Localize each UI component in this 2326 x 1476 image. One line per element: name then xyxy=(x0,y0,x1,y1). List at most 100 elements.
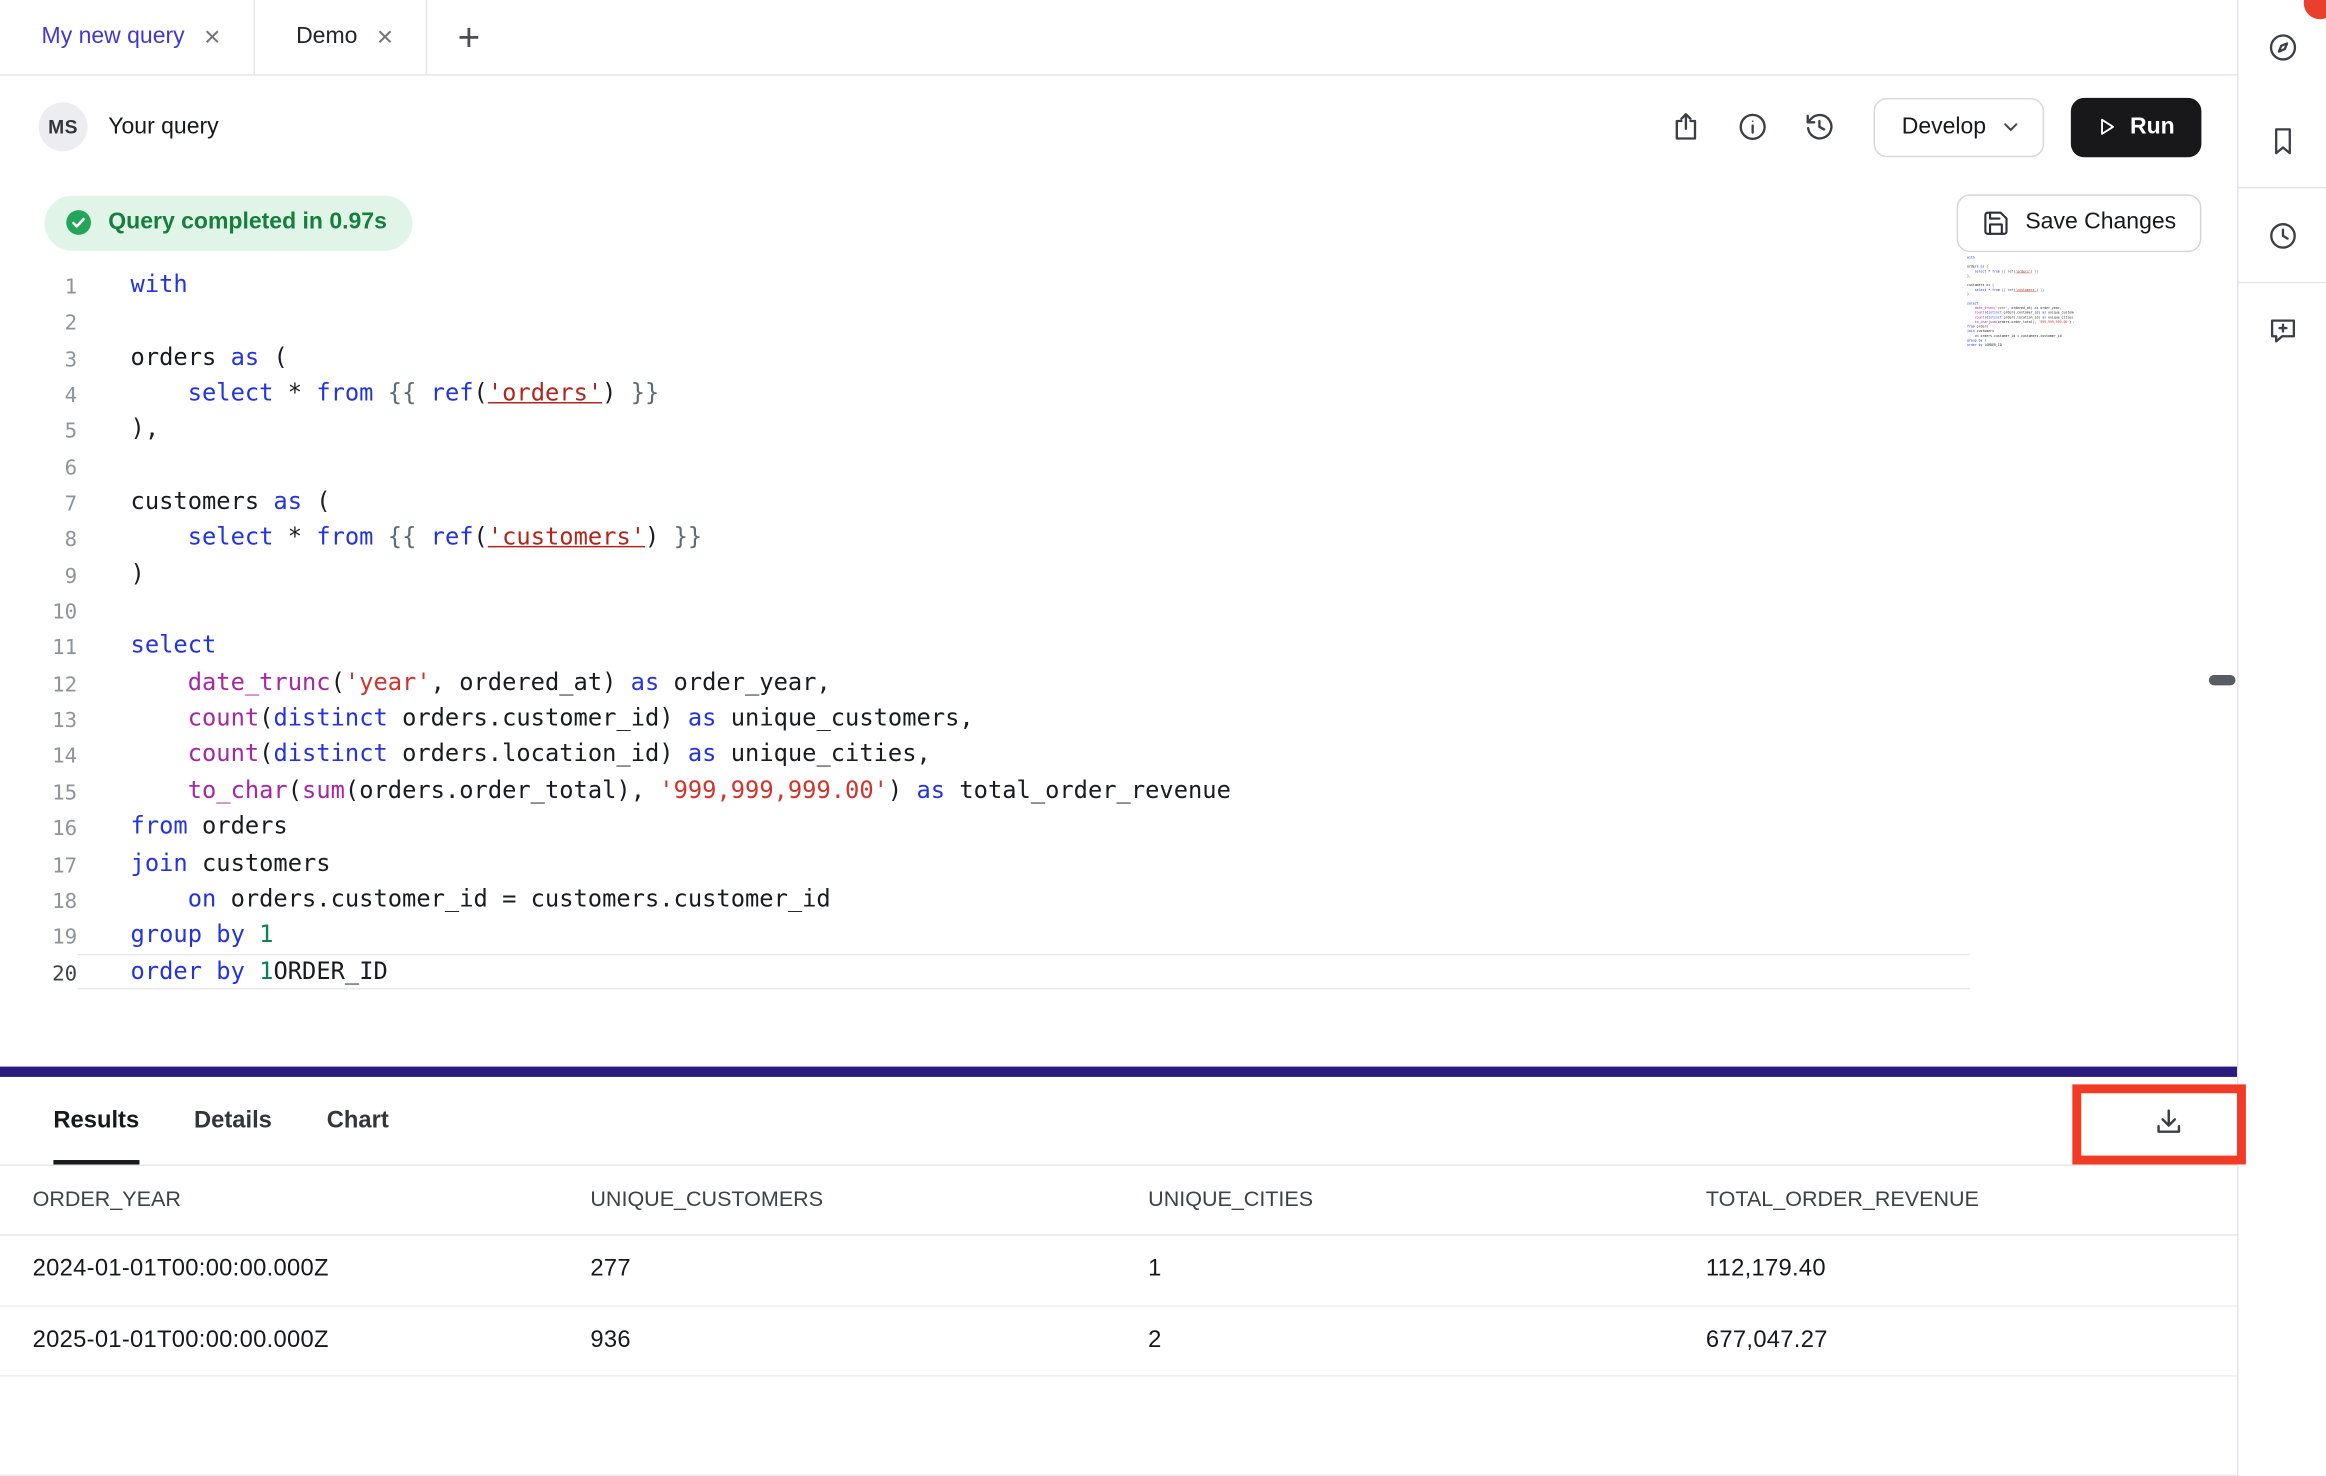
table-body: 2024-01-01T00:00:00.000Z2771112,179.4020… xyxy=(0,1236,2237,1377)
bookmark-button[interactable] xyxy=(2238,93,2326,186)
avatar: MS xyxy=(39,102,88,151)
sidebar-resize-handle[interactable] xyxy=(2209,675,2236,685)
status-message: Query completed in 0.97s xyxy=(108,209,387,236)
tab-chart[interactable]: Chart xyxy=(327,1077,389,1165)
code-line-content: ) xyxy=(77,556,145,592)
code-line[interactable]: 19group by 1 xyxy=(0,917,2237,953)
table-row: 2024-01-01T00:00:00.000Z2771112,179.40 xyxy=(0,1236,2237,1306)
code-line[interactable]: 18 on orders.customer_id = customers.cus… xyxy=(0,881,2237,917)
code-line[interactable]: 12 date_trunc('year', ordered_at) as ord… xyxy=(0,664,2237,700)
code-line-content: to_char(sum(orders.order_total), '999,99… xyxy=(77,773,1231,809)
line-number: 17 xyxy=(0,845,77,881)
column-header[interactable]: ORDER_YEAR xyxy=(0,1188,558,1212)
minimap-content: withorders as ( select * from {{ ref('or… xyxy=(1967,255,2074,347)
line-number: 3 xyxy=(0,339,77,375)
code-line[interactable]: 7customers as ( xyxy=(0,484,2237,520)
line-number: 1 xyxy=(0,267,77,303)
code-line-content: ), xyxy=(77,411,159,447)
clock-icon xyxy=(2266,219,2299,252)
code-lines: 1with2 3orders as (4 select * from {{ re… xyxy=(0,267,2237,989)
line-number: 4 xyxy=(0,375,77,411)
code-line[interactable]: 4 select * from {{ ref('orders') }} xyxy=(0,375,2237,411)
tab-my-new-query[interactable]: My new query × xyxy=(0,0,255,74)
results-tab-bar: Results Details Chart xyxy=(0,1077,2237,1165)
share-button[interactable] xyxy=(1660,100,1713,153)
query-header: MS Your query Develop Run xyxy=(0,76,2237,178)
code-line-content: on orders.customer_id = customers.custom… xyxy=(77,881,831,917)
code-line[interactable]: 15 to_char(sum(orders.order_total), '999… xyxy=(0,773,2237,809)
code-line-content: date_trunc('year', ordered_at) as order_… xyxy=(77,664,831,700)
table-row: 2025-01-01T00:00:00.000Z9362677,047.27 xyxy=(0,1306,2237,1376)
column-header[interactable]: TOTAL_ORDER_REVENUE xyxy=(1673,1188,2237,1212)
download-button[interactable] xyxy=(2136,1088,2201,1153)
code-line[interactable]: 10 xyxy=(0,592,2237,628)
history-icon xyxy=(1805,111,1836,142)
right-sidebar xyxy=(2237,0,2326,1476)
code-line-content: select * from {{ ref('customers') }} xyxy=(77,520,702,556)
line-number: 5 xyxy=(0,411,77,447)
code-line-content xyxy=(77,303,145,339)
history-button[interactable] xyxy=(1793,100,1846,153)
close-icon[interactable]: × xyxy=(377,23,393,51)
code-line[interactable]: 3orders as ( xyxy=(0,339,2237,375)
line-number: 10 xyxy=(0,592,77,628)
run-label: Run xyxy=(2130,113,2175,140)
code-line-content: count(distinct orders.customer_id) as un… xyxy=(77,700,974,736)
code-line[interactable]: 5), xyxy=(0,411,2237,447)
line-number: 2 xyxy=(0,303,77,339)
feedback-button[interactable] xyxy=(2238,283,2326,376)
tab-label: My new query xyxy=(42,24,185,51)
table-cell: 2 xyxy=(1116,1327,1674,1354)
new-tab-button[interactable]: + xyxy=(427,0,510,74)
table-cell: 2024-01-01T00:00:00.000Z xyxy=(0,1257,558,1284)
code-line-content: with xyxy=(77,267,188,303)
code-line[interactable]: 8 select * from {{ ref('customers') }} xyxy=(0,520,2237,556)
line-number: 18 xyxy=(0,881,77,917)
chat-plus-icon xyxy=(2266,314,2299,347)
code-line[interactable]: 20order by 1ORDER_ID xyxy=(0,953,2237,989)
code-line-content: select * from {{ ref('orders') }} xyxy=(77,375,659,411)
status-row: Query completed in 0.97s Save Changes xyxy=(0,178,2237,255)
results-panel: Results Details Chart ORDER_YEARUNIQUE_C… xyxy=(0,1077,2237,1475)
save-changes-button[interactable]: Save Changes xyxy=(1957,194,2201,252)
code-line[interactable]: 16from orders xyxy=(0,809,2237,845)
column-header[interactable]: UNIQUE_CITIES xyxy=(1116,1188,1674,1212)
code-line-content: select xyxy=(77,628,216,664)
code-line[interactable]: 14 count(distinct orders.location_id) as… xyxy=(0,736,2237,772)
minimap[interactable]: withorders as ( select * from {{ ref('or… xyxy=(1967,255,2074,359)
column-header[interactable]: UNIQUE_CUSTOMERS xyxy=(558,1188,1116,1212)
page-title: Your query xyxy=(108,113,218,140)
code-line[interactable]: 17join customers xyxy=(0,845,2237,881)
table-cell: 277 xyxy=(558,1257,1116,1284)
run-button[interactable]: Run xyxy=(2071,97,2202,156)
code-line[interactable]: 2 xyxy=(0,303,2237,339)
code-line[interactable]: 6 xyxy=(0,448,2237,484)
line-number: 19 xyxy=(0,917,77,953)
save-label: Save Changes xyxy=(2025,209,2176,236)
code-line-content: from orders xyxy=(77,809,288,845)
code-editor[interactable]: 1with2 3orders as (4 select * from {{ re… xyxy=(0,255,2237,1066)
code-line[interactable]: 13 count(distinct orders.customer_id) as… xyxy=(0,700,2237,736)
tab-bar: My new query × Demo × + xyxy=(0,0,2237,76)
code-line[interactable]: 9) xyxy=(0,556,2237,592)
line-number: 11 xyxy=(0,628,77,664)
line-number: 13 xyxy=(0,700,77,736)
line-number: 20 xyxy=(0,953,77,989)
close-icon[interactable]: × xyxy=(204,23,220,51)
tab-demo[interactable]: Demo × xyxy=(255,0,428,74)
info-button[interactable] xyxy=(1727,100,1780,153)
history-panel-button[interactable] xyxy=(2238,188,2326,281)
panel-splitter[interactable] xyxy=(0,1067,2237,1077)
tab-results[interactable]: Results xyxy=(53,1077,139,1165)
main-area: My new query × Demo × + MS Your query xyxy=(0,0,2237,1476)
tab-details[interactable]: Details xyxy=(194,1077,272,1165)
code-line-content xyxy=(77,448,145,484)
code-line[interactable]: 1with xyxy=(0,267,2237,303)
develop-dropdown[interactable]: Develop xyxy=(1874,97,2044,156)
code-line-content: customers as ( xyxy=(77,484,330,520)
play-icon xyxy=(2093,114,2118,139)
code-line-content: order by 1ORDER_ID xyxy=(77,953,1970,989)
line-number: 7 xyxy=(0,484,77,520)
table-cell: 112,179.40 xyxy=(1673,1257,2237,1284)
code-line[interactable]: 11select xyxy=(0,628,2237,664)
